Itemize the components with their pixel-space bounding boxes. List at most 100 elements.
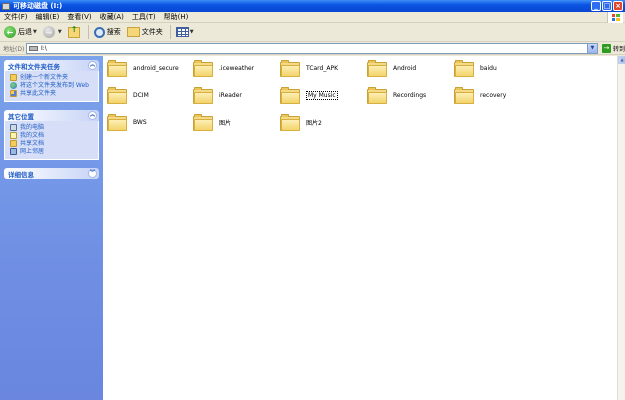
place-label: 我的电脑	[20, 124, 45, 131]
place-network[interactable]: 网上邻居	[10, 148, 95, 155]
back-arrow-icon: ←	[4, 26, 16, 38]
folder-icon	[193, 114, 213, 131]
other-places-panel: 其它位置 ︽ 我的电脑 我的文档 共享文档 网上邻居	[4, 110, 99, 160]
details-header[interactable]: 详细信息 ︾	[4, 168, 99, 179]
task-publish-web[interactable]: 将这个文件夹发布到 Web	[10, 82, 95, 89]
folder-name: recovery	[480, 92, 507, 99]
folders-label: 文件夹	[141, 28, 163, 36]
address-bar: 地址(D) I:\ ▼ → 转到	[0, 42, 625, 55]
window-title: 可移动磁盘 (I:)	[13, 2, 63, 10]
menu-view[interactable]: 查看(V)	[63, 12, 95, 22]
search-label: 搜索	[106, 28, 121, 36]
file-tasks-title: 文件和文件夹任务	[8, 62, 60, 71]
my-documents-icon	[10, 132, 17, 139]
folder-item[interactable]: Android	[367, 60, 416, 77]
removable-drive-icon	[29, 45, 38, 51]
publish-web-icon	[10, 82, 17, 89]
folder-name: BWS	[133, 119, 147, 126]
expand-icon[interactable]: ︾	[88, 169, 97, 178]
folder-item[interactable]: 图片2	[280, 114, 322, 131]
place-shared-documents[interactable]: 共享文档	[10, 140, 95, 147]
search-button[interactable]: 搜索	[92, 24, 123, 40]
minimize-button[interactable]: _	[591, 1, 601, 11]
forward-arrow-icon: →	[42, 26, 55, 38]
folder-name: Recordings	[393, 92, 427, 99]
folder-icon	[280, 60, 300, 77]
collapse-icon[interactable]: ︽	[88, 61, 97, 70]
menu-file[interactable]: 文件(F)	[0, 12, 32, 22]
menu-tools[interactable]: 工具(T)	[128, 12, 160, 22]
maximize-button[interactable]: □	[602, 1, 612, 11]
vertical-scrollbar[interactable]: ▲	[617, 56, 625, 400]
address-label: 地址(D)	[3, 45, 25, 53]
shared-documents-icon	[10, 140, 17, 147]
address-dropdown-button[interactable]: ▼	[586, 43, 597, 53]
up-button[interactable]	[66, 24, 83, 40]
folder-icon	[107, 87, 127, 104]
toolbar: ← 后退 ▼ → ▼ 搜索 文件夹 ▼	[0, 23, 625, 42]
folder-item[interactable]: .iceweather	[193, 60, 254, 77]
folder-item[interactable]: android_secure	[107, 60, 179, 77]
folder-item[interactable]: BWS	[107, 114, 147, 131]
folder-icon	[107, 114, 127, 131]
task-label: 将这个文件夹发布到 Web	[20, 82, 89, 89]
task-share-folder[interactable]: 共享此文件夹	[10, 90, 95, 97]
windows-logo-icon	[607, 12, 623, 23]
details-panel: 详细信息 ︾	[4, 168, 99, 179]
other-places-title: 其它位置	[8, 112, 34, 121]
file-list-view[interactable]: android_secure .iceweather TCard_APK And…	[103, 56, 617, 400]
menu-edit[interactable]: 编辑(E)	[32, 12, 64, 22]
forward-button[interactable]: → ▼	[41, 24, 64, 40]
collapse-icon[interactable]: ︽	[88, 111, 97, 120]
folder-item[interactable]: TCard_APK	[280, 60, 338, 77]
chevron-down-icon[interactable]: ▼	[58, 29, 62, 35]
go-button[interactable]: → 转到	[601, 43, 625, 53]
folder-item[interactable]: recovery	[454, 87, 506, 104]
folder-item[interactable]: baidu	[454, 60, 497, 77]
close-button[interactable]: ×	[613, 1, 623, 11]
address-input[interactable]: I:\ ▼	[26, 42, 598, 54]
place-my-documents[interactable]: 我的文档	[10, 132, 95, 139]
task-label: 共享此文件夹	[20, 90, 57, 97]
folder-item[interactable]: 图片	[193, 114, 231, 131]
go-arrow-icon: →	[601, 43, 611, 53]
place-my-computer[interactable]: 我的电脑	[10, 124, 95, 131]
folder-item-selected[interactable]: My Music	[280, 87, 338, 104]
folder-item[interactable]: iReader	[193, 87, 242, 104]
search-icon	[93, 26, 105, 38]
back-button[interactable]: ← 后退 ▼	[2, 24, 39, 40]
place-label: 我的文档	[20, 132, 45, 139]
views-icon	[175, 27, 189, 37]
share-folder-icon	[10, 90, 17, 97]
details-title: 详细信息	[8, 170, 34, 179]
menu-favorites[interactable]: 收藏(A)	[96, 12, 128, 22]
file-tasks-panel: 文件和文件夹任务 ︽ 创建一个新文件夹 将这个文件夹发布到 Web 共享此文件夹	[4, 60, 99, 102]
views-button[interactable]: ▼	[174, 24, 196, 40]
folder-name: iReader	[219, 92, 242, 99]
task-new-folder[interactable]: 创建一个新文件夹	[10, 74, 95, 81]
folder-icon	[280, 87, 300, 104]
task-label: 创建一个新文件夹	[20, 74, 69, 81]
menu-help[interactable]: 帮助(H)	[160, 12, 193, 22]
folder-item[interactable]: DCIM	[107, 87, 149, 104]
scroll-up-button[interactable]: ▲	[618, 56, 625, 64]
folders-icon	[126, 27, 140, 37]
folder-name: 图片2	[306, 120, 322, 127]
toolbar-divider	[87, 25, 89, 39]
new-folder-icon	[10, 74, 17, 81]
window-controls: _ □ ×	[591, 1, 623, 11]
file-tasks-header[interactable]: 文件和文件夹任务 ︽	[4, 60, 99, 71]
folder-name: My Music	[306, 91, 338, 100]
go-label: 转到	[612, 45, 625, 53]
my-computer-icon	[10, 124, 17, 131]
toolbar-divider	[169, 25, 171, 39]
chevron-down-icon[interactable]: ▼	[33, 29, 37, 35]
task-pane: 文件和文件夹任务 ︽ 创建一个新文件夹 将这个文件夹发布到 Web 共享此文件夹…	[0, 56, 103, 400]
folder-icon	[454, 60, 474, 77]
address-value: I:\	[41, 44, 47, 52]
folder-item[interactable]: Recordings	[367, 87, 426, 104]
folders-button[interactable]: 文件夹	[125, 24, 165, 40]
folder-icon	[107, 60, 127, 77]
folder-icon	[280, 114, 300, 131]
other-places-header[interactable]: 其它位置 ︽	[4, 110, 99, 121]
